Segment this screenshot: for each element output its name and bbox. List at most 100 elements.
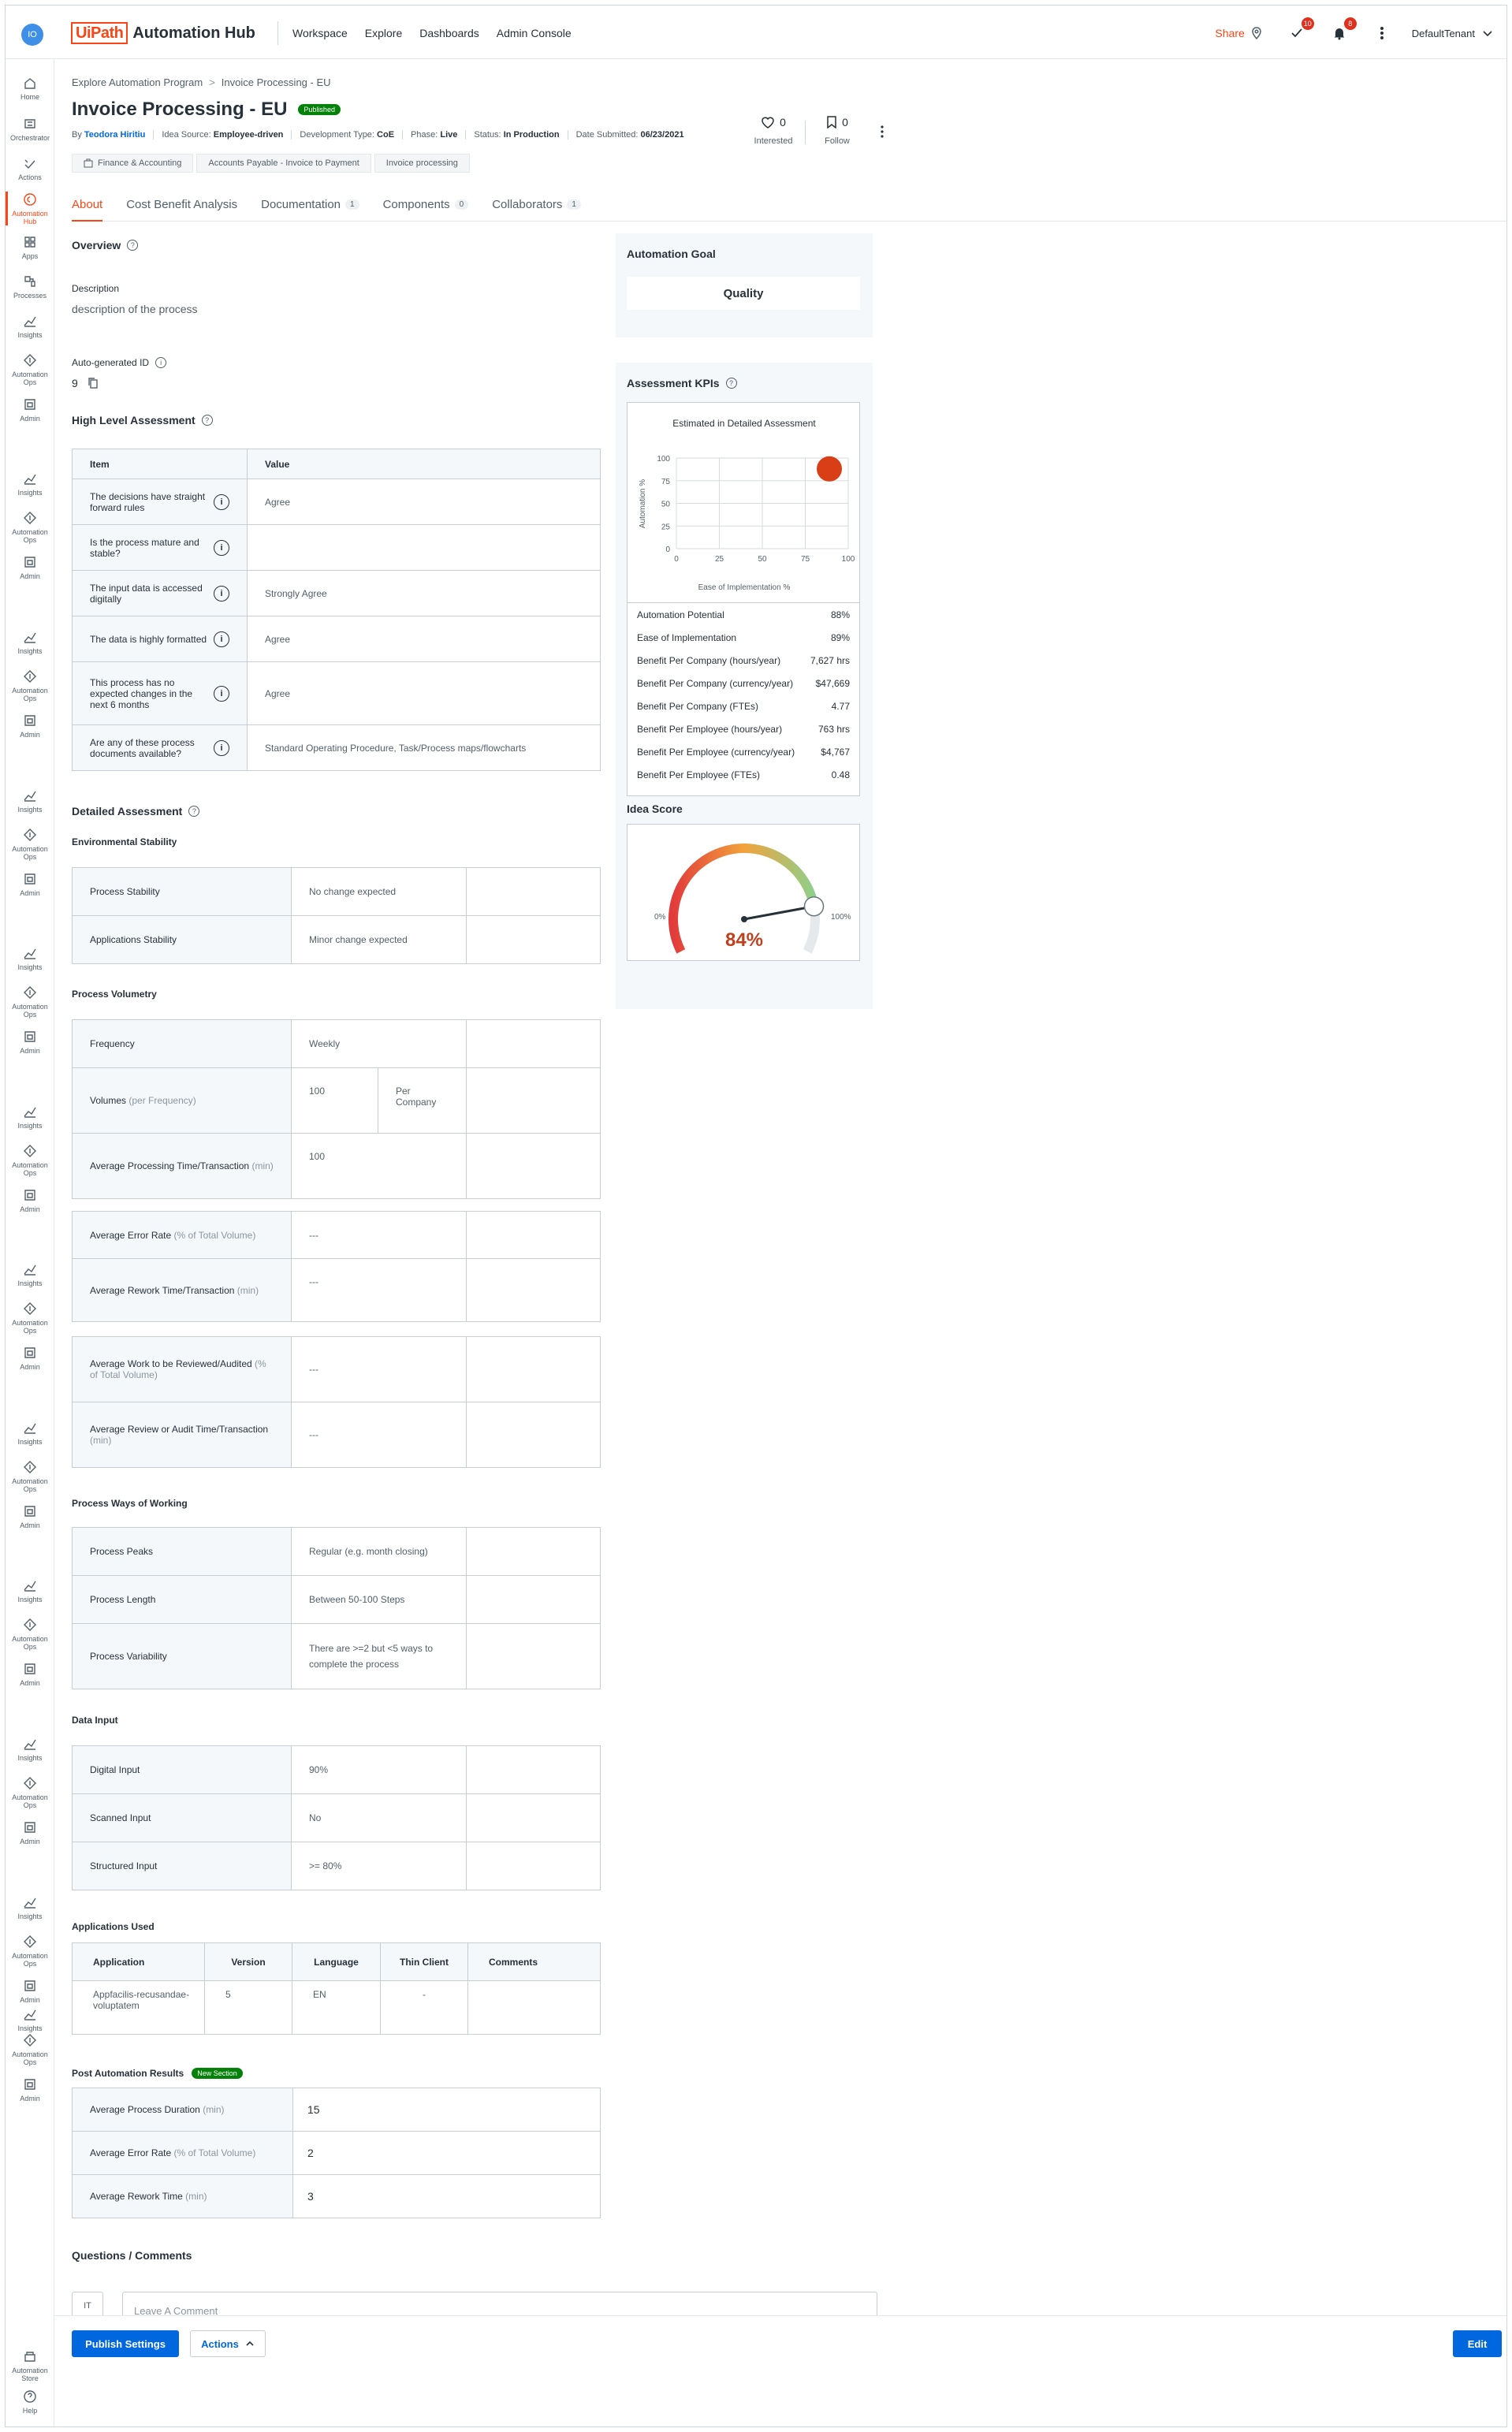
rail-item-insights[interactable]: Insights (6, 2006, 54, 2032)
row-value[interactable]: Between 50-100 Steps (291, 1575, 467, 1624)
tag-subcategory[interactable]: Accounts Payable - Invoice to Payment (196, 154, 371, 173)
tab-components[interactable]: Components 0 (383, 193, 469, 222)
follow-button[interactable]: 0 Follow (806, 116, 869, 146)
awr-value[interactable]: --- (291, 1336, 467, 1402)
user-avatar[interactable]: IO (21, 24, 43, 46)
rail-item-automation-ops[interactable]: Automation Ops (6, 669, 54, 702)
rail-item-help[interactable]: Help (6, 2389, 54, 2415)
rail-item-admin[interactable]: Admin (6, 713, 54, 739)
publish-settings-button[interactable]: Publish Settings (72, 2330, 179, 2357)
gauge-knob[interactable] (803, 896, 825, 917)
help-icon[interactable]: ? (201, 415, 213, 426)
info-icon[interactable]: i (214, 585, 229, 601)
logo[interactable]: UiPath Automation Hub (71, 21, 255, 45)
tab-cost-benefit-analysis[interactable]: Cost Benefit Analysis (126, 193, 237, 222)
info-icon[interactable]: i (214, 631, 229, 647)
rail-item-insights[interactable]: Insights (6, 629, 54, 655)
rail-item-admin[interactable]: Admin (6, 554, 54, 580)
help-icon[interactable]: ? (188, 806, 200, 817)
rail-item-automation-ops[interactable]: Automation Ops (6, 1301, 54, 1335)
rail-item-automation-ops[interactable]: Automation Ops (6, 510, 54, 544)
share-button[interactable]: Share (1215, 26, 1263, 40)
row-value[interactable]: There are >=2 but <5 ways to complete th… (291, 1623, 467, 1689)
row-value[interactable]: Minor change expected (291, 915, 467, 964)
info-icon[interactable]: i (214, 493, 229, 510)
tag-category[interactable]: Finance & Accounting (72, 154, 194, 173)
rail-item-orchestrator[interactable]: Orchestrator (6, 116, 54, 142)
rail-item-admin[interactable]: Admin (6, 1978, 54, 2004)
rail-item-insights[interactable]: Insights (6, 313, 54, 339)
rail-item-admin[interactable]: Admin (6, 2076, 54, 2102)
rail-item-automation-hub[interactable]: Automation Hub (6, 192, 54, 225)
author-link[interactable]: Teodora Hiritiu (84, 130, 145, 140)
ara-value[interactable]: --- (291, 1402, 467, 1468)
rail-item-insights[interactable]: Insights (6, 1736, 54, 1762)
frequency-value[interactable]: Weekly (291, 1019, 467, 1068)
row-value[interactable]: No (291, 1793, 467, 1842)
tasks-button[interactable]: 10 (1286, 17, 1314, 44)
rail-item-insights[interactable]: Insights (6, 471, 54, 497)
copy-icon[interactable] (88, 377, 99, 389)
rail-item-insights[interactable]: Insights (6, 1894, 54, 1920)
rail-item-automation-ops[interactable]: Automation Ops (6, 1775, 54, 1809)
rail-item-automation-ops[interactable]: Automation Ops (6, 827, 54, 861)
rail-item-insights[interactable]: Insights (6, 1104, 54, 1130)
rail-item-automation-ops[interactable]: Automation Ops (6, 1934, 54, 1968)
tag-process[interactable]: Invoice processing (374, 154, 470, 173)
art-value[interactable]: --- (291, 1258, 467, 1322)
help-icon[interactable]: ? (127, 240, 139, 251)
idea-more-button[interactable] (880, 125, 884, 140)
info-icon[interactable]: i (214, 539, 229, 556)
row-value[interactable]: 15 (292, 2087, 601, 2132)
rail-item-automation-ops[interactable]: Automation Ops (6, 1143, 54, 1177)
rail-item-automation-store[interactable]: Automation Store (6, 2348, 54, 2382)
apt-value[interactable]: 100 (291, 1133, 467, 1199)
tab-collaborators[interactable]: Collaborators 1 (492, 193, 581, 222)
nav-explore[interactable]: Explore (365, 27, 402, 39)
rail-item-insights[interactable]: Insights (6, 1261, 54, 1287)
rail-item-admin[interactable]: Admin (6, 1819, 54, 1845)
more-menu-button[interactable] (1371, 22, 1393, 44)
aer-value[interactable]: --- (291, 1211, 467, 1259)
rail-item-admin[interactable]: Admin (6, 1029, 54, 1055)
rail-item-admin[interactable]: Admin (6, 1503, 54, 1529)
rail-item-automation-ops[interactable]: Automation Ops (6, 1459, 54, 1493)
row-value[interactable]: 90% (291, 1745, 467, 1794)
rail-item-insights[interactable]: Insights (6, 1577, 54, 1603)
edit-button[interactable]: Edit (1453, 2330, 1502, 2357)
help-icon[interactable]: ? (725, 378, 737, 389)
tenant-selector[interactable]: DefaultTenant (1412, 27, 1494, 39)
row-value[interactable]: >= 80% (291, 1842, 467, 1890)
notifications-button[interactable]: 8 (1328, 17, 1357, 44)
rail-item-admin[interactable]: Admin (6, 1187, 54, 1213)
rail-item-admin[interactable]: Admin (6, 1661, 54, 1687)
rail-item-apps[interactable]: Apps (6, 234, 54, 260)
info-icon[interactable]: i (214, 685, 229, 702)
info-icon[interactable]: i (214, 739, 229, 756)
rail-item-automation-ops[interactable]: Automation Ops (6, 352, 54, 386)
rail-item-actions[interactable]: Actions (6, 155, 54, 181)
rail-item-admin[interactable]: Admin (6, 1345, 54, 1371)
interested-button[interactable]: 0 Interested (742, 116, 805, 146)
breadcrumb-explore[interactable]: Explore Automation Program (72, 76, 203, 88)
tab-about[interactable]: About (72, 193, 103, 222)
volumes-value[interactable]: 100 (291, 1067, 378, 1134)
rail-item-automation-ops[interactable]: Automation Ops (6, 2032, 54, 2066)
rail-item-admin[interactable]: Admin (6, 871, 54, 897)
nav-admin-console[interactable]: Admin Console (497, 27, 572, 39)
rail-item-insights[interactable]: Insights (6, 788, 54, 814)
row-value[interactable]: 3 (292, 2174, 601, 2218)
rail-item-home[interactable]: Home (6, 75, 54, 101)
nav-dashboards[interactable]: Dashboards (419, 27, 479, 39)
row-value[interactable]: No change expected (291, 867, 467, 916)
nav-workspace[interactable]: Workspace (292, 27, 348, 39)
rail-item-admin[interactable]: Admin (6, 397, 54, 423)
rail-item-insights[interactable]: Insights (6, 1420, 54, 1446)
row-value[interactable]: 2 (292, 2131, 601, 2175)
tab-documentation[interactable]: Documentation 1 (261, 193, 359, 222)
rail-item-automation-ops[interactable]: Automation Ops (6, 1617, 54, 1651)
rail-item-insights[interactable]: Insights (6, 945, 54, 971)
actions-button[interactable]: Actions (190, 2330, 266, 2357)
row-value[interactable]: Regular (e.g. month closing) (291, 1527, 467, 1576)
rail-item-automation-ops[interactable]: Automation Ops (6, 985, 54, 1019)
